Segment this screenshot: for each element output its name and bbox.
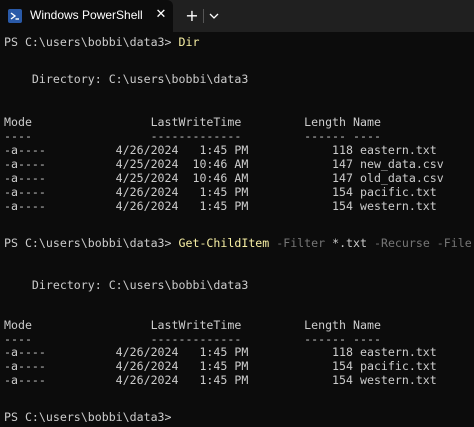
command-line: PS C:\users\bobbi\data3> Get-ChildItem -… <box>4 236 472 250</box>
new-tab-button[interactable]: + <box>182 6 202 26</box>
prompt: PS C:\users\bobbi\data3> <box>4 35 179 49</box>
prompt-line[interactable]: PS C:\users\bobbi\data3> <box>4 410 172 424</box>
title-bar: Windows PowerShell ✕ + <box>0 0 474 32</box>
file-row: -a---- 4/26/2024 1:45 PM 154 pacific.txt <box>4 185 437 199</box>
column-header: Mode LastWriteTime Length Name <box>4 115 381 129</box>
directory-header: Directory: C:\users\bobbi\data3 <box>4 278 249 292</box>
chevron-down-icon[interactable] <box>206 8 222 24</box>
column-underline: ---- ------------- ------ ---- <box>4 332 381 346</box>
tab-windows-powershell[interactable]: Windows PowerShell ✕ <box>0 0 173 32</box>
file-row: -a---- 4/25/2024 10:46 AM 147 old_data.c… <box>4 171 444 185</box>
file-row: -a---- 4/25/2024 10:46 AM 147 new_data.c… <box>4 157 444 171</box>
file-row: -a---- 4/26/2024 1:45 PM 118 eastern.txt <box>4 345 437 359</box>
file-row: -a---- 4/26/2024 1:45 PM 154 western.txt <box>4 199 437 213</box>
file-row: -a---- 4/26/2024 1:45 PM 154 pacific.txt <box>4 359 437 373</box>
directory-header: Directory: C:\users\bobbi\data3 <box>4 72 249 86</box>
command: Dir <box>178 35 200 49</box>
column-header: Mode LastWriteTime Length Name <box>4 318 381 332</box>
tab-separator <box>203 9 204 23</box>
file-row: -a---- 4/26/2024 1:45 PM 154 western.txt <box>4 373 437 387</box>
terminal-output[interactable]: PS C:\users\bobbi\data3> Dir Directory: … <box>0 32 474 427</box>
prompt: PS C:\users\bobbi\data3> <box>4 236 179 250</box>
command: Get-ChildItem <box>178 236 270 250</box>
command-line: PS C:\users\bobbi\data3> Dir <box>4 35 199 49</box>
file-row: -a---- 4/26/2024 1:45 PM 118 eastern.txt <box>4 143 437 157</box>
tab-title: Windows PowerShell <box>30 8 143 22</box>
powershell-icon <box>8 9 22 23</box>
close-tab-button[interactable]: ✕ <box>152 6 170 24</box>
parameter: -Recurse -File <box>367 236 472 250</box>
parameter: -Filter <box>269 236 333 250</box>
column-underline: ---- ------------- ------ ---- <box>4 129 381 143</box>
argument: *.txt <box>332 236 367 250</box>
